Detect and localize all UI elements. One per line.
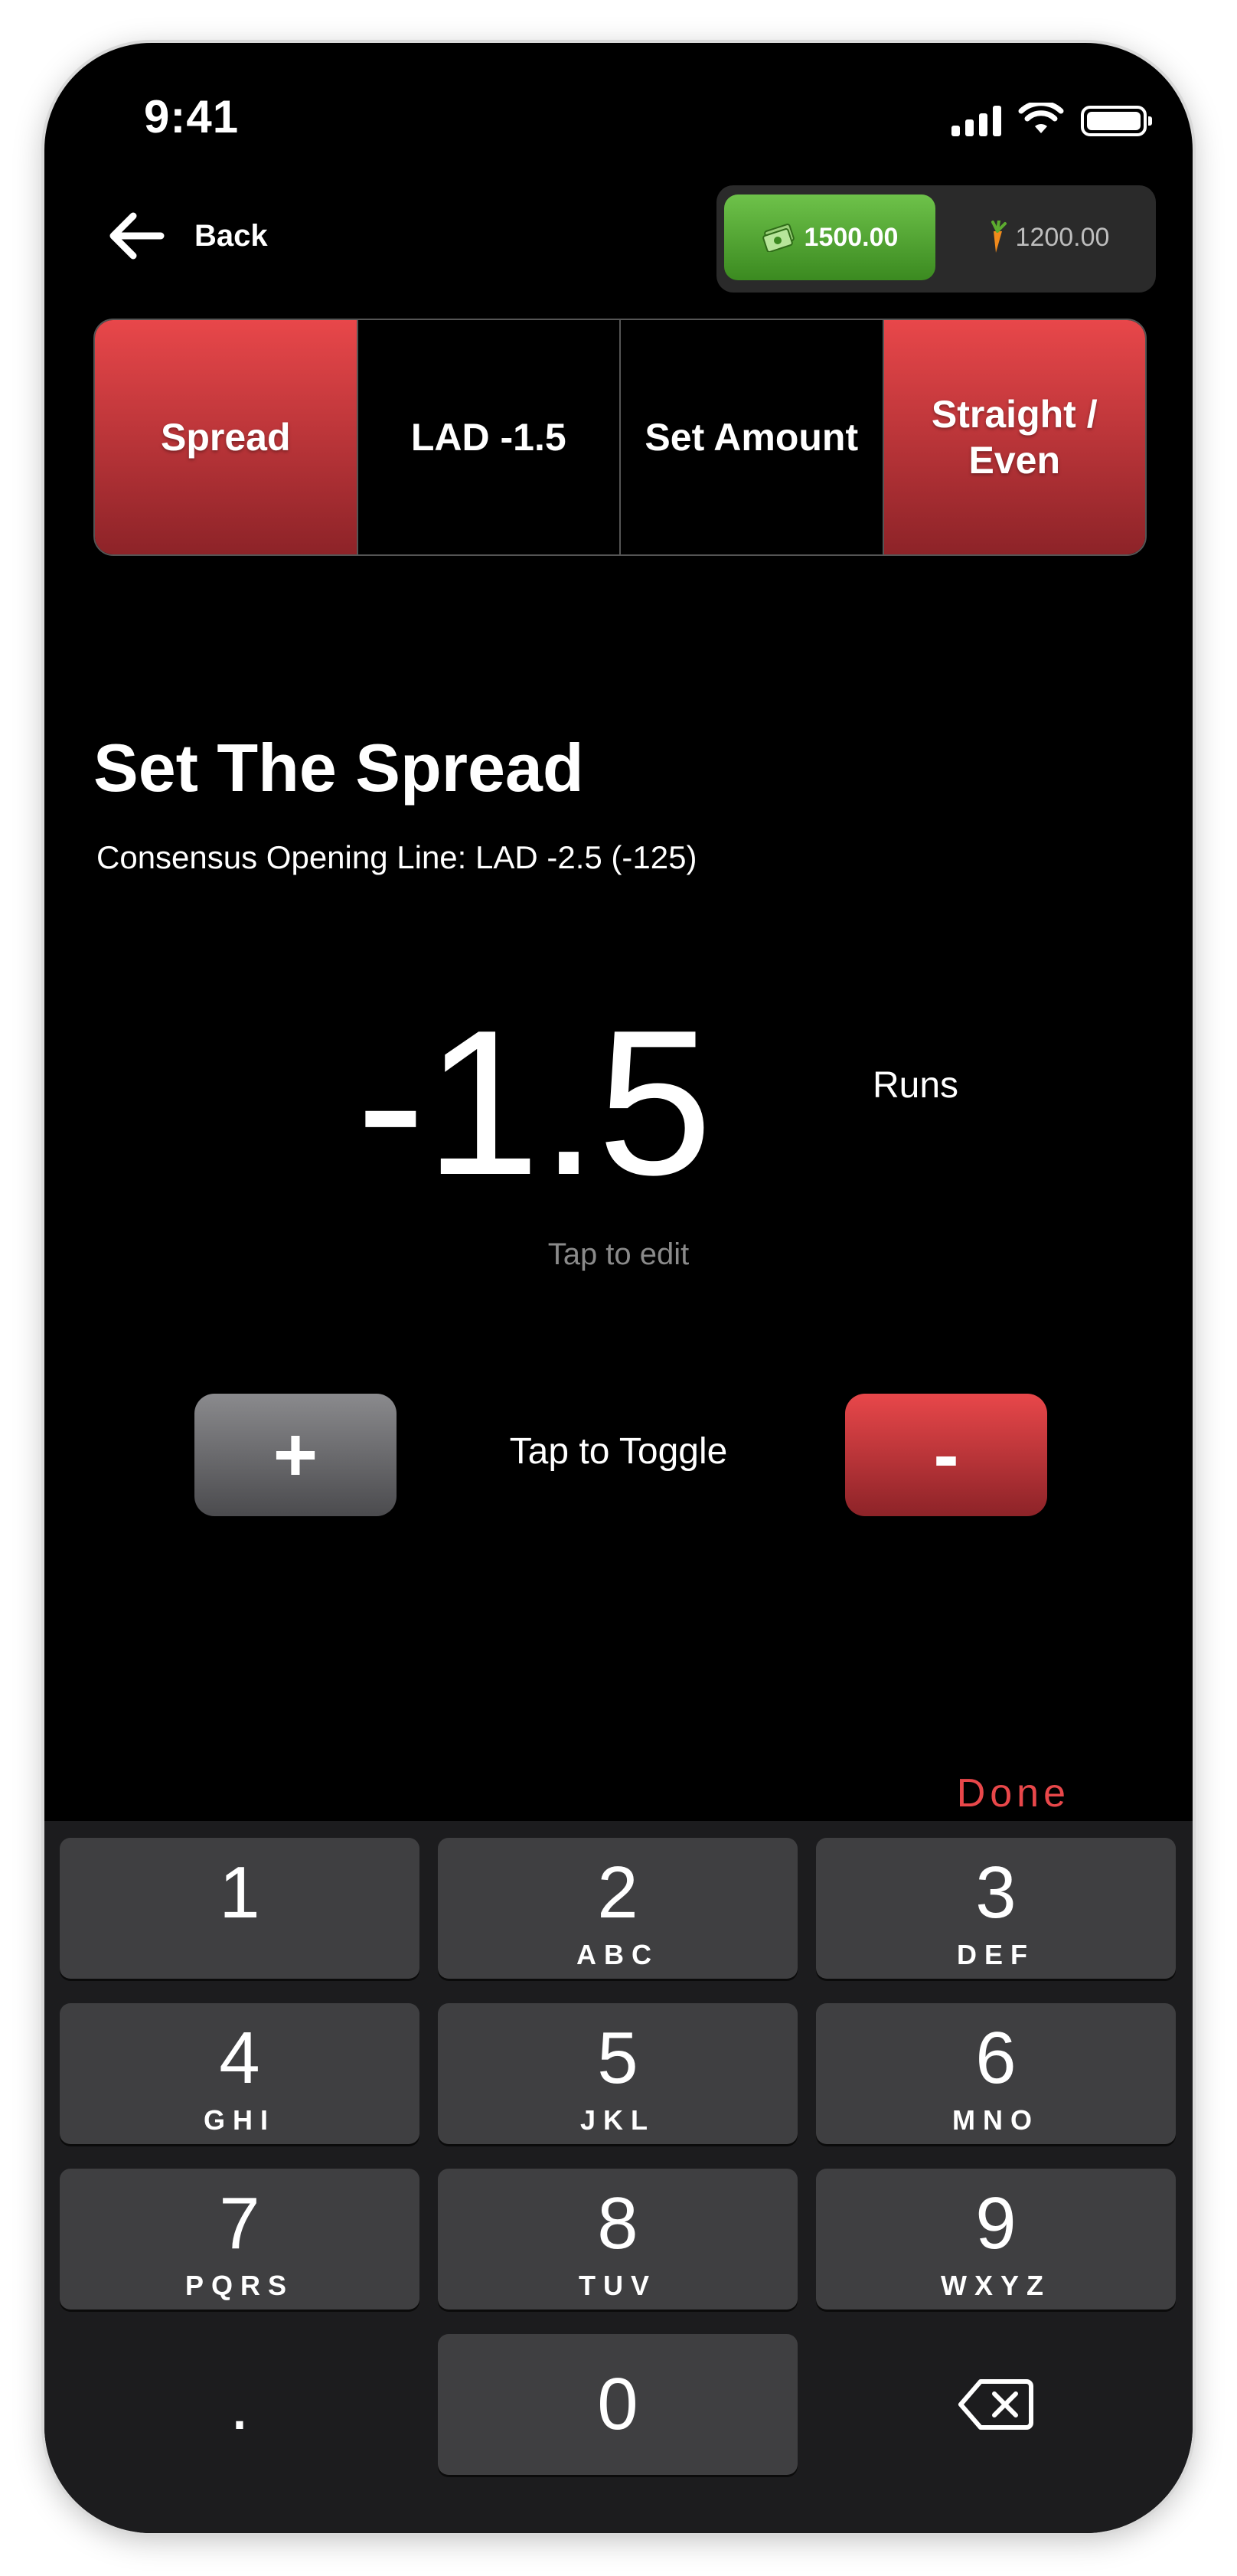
key-6[interactable]: 6 MNO (816, 2003, 1176, 2144)
numeric-keypad: 1 2 ABC 3 DEF 4 GHI 5 JKL 6 MNO 7 PQRS 8 (44, 1821, 1193, 2533)
tab-line[interactable]: LAD -1.5 (358, 320, 621, 554)
consensus-line-text: Consensus Opening Line: LAD -2.5 (-125) (96, 839, 697, 875)
tab-set-amount[interactable]: Set Amount (621, 320, 884, 554)
unit-label: Runs (873, 1065, 959, 1106)
status-icons (951, 103, 1152, 136)
arrow-left-icon (109, 212, 165, 260)
carrot-balance-value: 1200.00 (1015, 222, 1110, 252)
cash-balance-value: 1500.00 (804, 222, 899, 252)
carrot-icon (991, 221, 1007, 253)
key-8[interactable]: 8 TUV (438, 2169, 798, 2310)
minus-button[interactable]: - (845, 1394, 1047, 1516)
tab-straight-even[interactable]: Straight / Even (883, 320, 1145, 554)
key-decimal[interactable]: . (60, 2334, 419, 2475)
page-title: Set The Spread (93, 730, 584, 806)
carrot-balance-button[interactable]: 1200.00 (943, 195, 1150, 280)
backspace-icon (958, 2379, 1033, 2430)
key-4[interactable]: 4 GHI (60, 2003, 419, 2144)
back-label: Back (194, 218, 268, 253)
key-9[interactable]: 9 WXYZ (816, 2169, 1176, 2310)
phone-screen: 9:41 Back 1500.00 1200.00 Spread LAD -1.… (44, 43, 1193, 2533)
wifi-icon (1018, 103, 1064, 133)
money-icon (762, 224, 795, 252)
edit-hint: Tap to edit (547, 1237, 690, 1271)
key-3[interactable]: 3 DEF (816, 1838, 1176, 1979)
wallet-balance: 1500.00 1200.00 (716, 185, 1156, 293)
key-5[interactable]: 5 JKL (438, 2003, 798, 2144)
status-time: 9:41 (144, 91, 240, 142)
key-1[interactable]: 1 (60, 1838, 419, 1979)
tab-spread[interactable]: Spread (95, 320, 358, 554)
back-button[interactable]: Back (106, 205, 268, 266)
bet-step-tabs: Spread LAD -1.5 Set Amount Straight / Ev… (93, 319, 1147, 556)
delete-key[interactable] (816, 2334, 1176, 2475)
cellular-signal-icon (951, 106, 1001, 136)
key-7[interactable]: 7 PQRS (60, 2169, 419, 2310)
done-button[interactable]: Done (957, 1770, 1070, 1816)
battery-icon (1081, 106, 1152, 136)
cash-balance-button[interactable]: 1500.00 (724, 195, 935, 280)
key-0[interactable]: 0 (438, 2334, 798, 2475)
key-2[interactable]: 2 ABC (438, 1838, 798, 1979)
spread-value-input[interactable]: -1.5 (44, 1000, 1193, 1207)
